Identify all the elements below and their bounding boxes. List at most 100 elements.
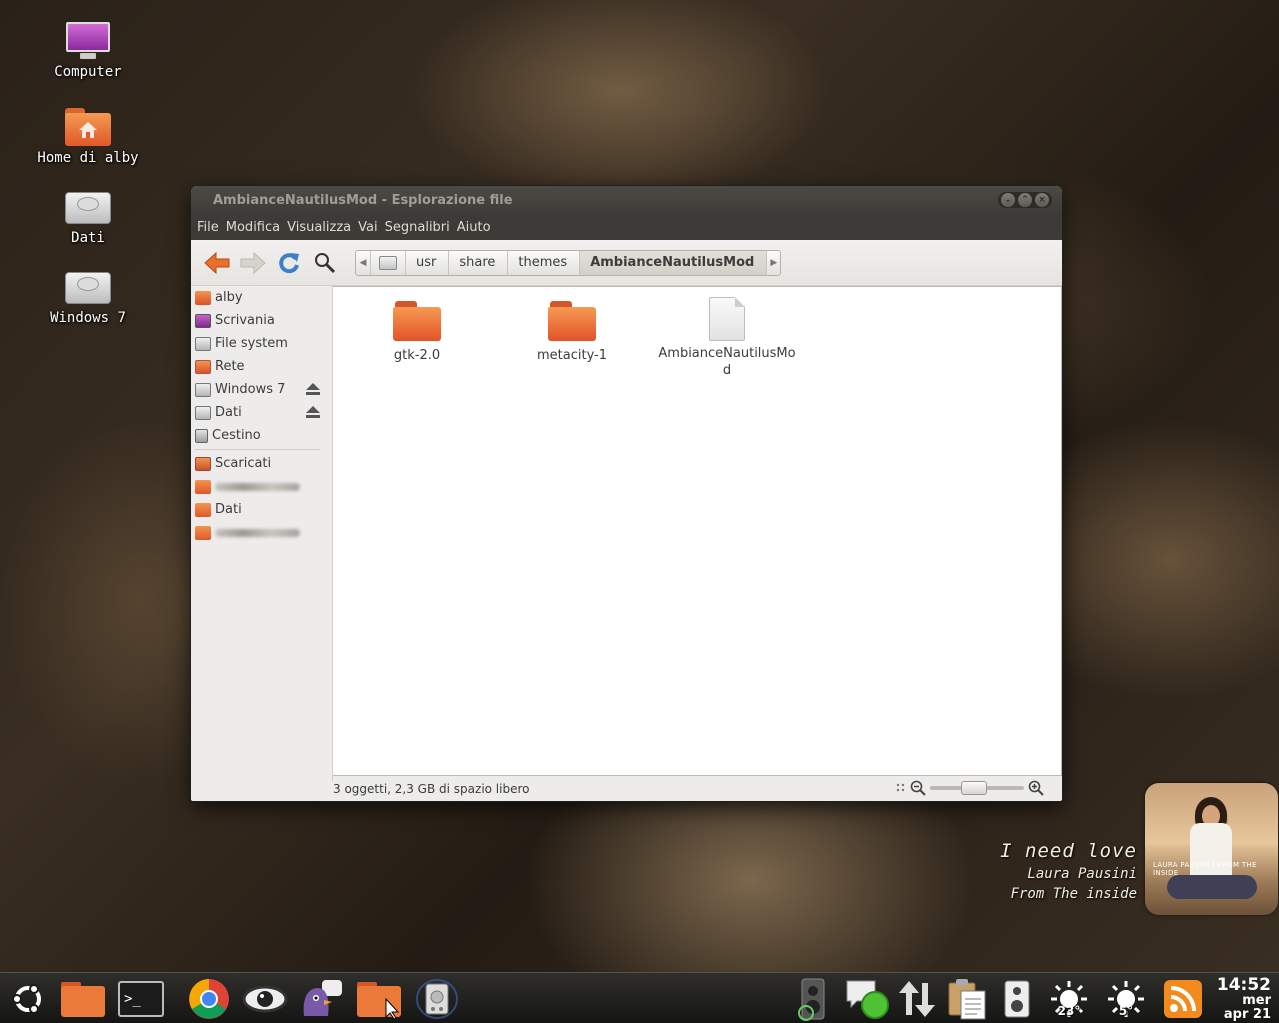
window-title: AmbianceNautilusMod - Esplorazione file	[213, 192, 513, 208]
disk-icon	[416, 979, 458, 1019]
menubar: File Modifica Visualizza Vai Segnalibri …	[191, 214, 1062, 240]
minimize-button[interactable]: ⌄	[1001, 193, 1015, 207]
file-name: AmbianceNautilusMod	[658, 346, 796, 378]
breadcrumb-root[interactable]	[370, 250, 405, 275]
drive-icon	[195, 382, 211, 397]
window-titlebar[interactable]: AmbianceNautilusMod - Esplorazione file …	[191, 186, 1062, 214]
sidebar-item-label: File system	[215, 336, 288, 351]
tray-weather-2[interactable]: 5°	[1103, 978, 1149, 1020]
clock-date: apr 21	[1223, 1007, 1271, 1022]
file-name: gtk-2.0	[393, 348, 441, 363]
tray-weather-1[interactable]: 23°	[1046, 978, 1092, 1020]
launcher-terminal[interactable]: >_	[118, 978, 164, 1020]
path-scroll-right-icon[interactable]: ▶	[766, 250, 780, 275]
harddisk-icon	[379, 255, 397, 270]
drive-icon	[195, 405, 211, 420]
sidebar-item-dati[interactable]: Dati	[191, 401, 332, 424]
sidebar-item-rete[interactable]: Rete	[191, 355, 332, 378]
menu-file[interactable]: File	[197, 220, 224, 235]
tray-volume[interactable]	[790, 978, 836, 1021]
now-playing-widget: I need love Laura Pausini From The insid…	[1000, 840, 1137, 902]
menu-aiuto[interactable]: Aiuto	[457, 220, 496, 235]
file-view[interactable]: gtk-2.0 metacity-1 AmbianceNautilusMod	[333, 286, 1062, 776]
tray-network[interactable]	[894, 978, 940, 1020]
folder-icon	[357, 982, 401, 1019]
breadcrumb-item-themes[interactable]: themes	[507, 250, 579, 275]
back-icon	[204, 251, 230, 274]
desktop-icon	[195, 313, 211, 328]
back-button[interactable]	[201, 247, 233, 279]
eject-icon[interactable]	[306, 383, 320, 396]
cover-caption: LAURA PAUSINI | FROM THE INSIDE	[1153, 861, 1257, 877]
sidebar-item-alby[interactable]: alby	[191, 286, 332, 309]
clipboard-icon	[948, 979, 986, 1020]
breadcrumb-item-current[interactable]: AmbianceNautilusMod	[579, 250, 767, 275]
menu-vai[interactable]: Vai	[358, 220, 382, 235]
zoom-out-icon[interactable]	[910, 780, 926, 796]
sidebar-item-bookmark-hidden[interactable]	[191, 475, 332, 498]
tray-rss[interactable]	[1160, 978, 1206, 1020]
menu-modifica[interactable]: Modifica	[226, 220, 285, 235]
ubuntu-logo-icon	[12, 984, 41, 1014]
sidebar-item-label: Cestino	[212, 428, 261, 443]
desktop-icon-windows7[interactable]: Windows 7	[33, 268, 143, 326]
menu-segnalibri[interactable]: Segnalibri	[385, 220, 455, 235]
menu-visualizza[interactable]: Visualizza	[287, 220, 356, 235]
sidebar-item-cestino[interactable]: Cestino	[191, 424, 332, 447]
trash-icon	[195, 428, 208, 443]
file-item-metacity-1[interactable]: metacity-1	[502, 301, 642, 364]
eject-icon[interactable]	[306, 406, 320, 419]
launcher-files-active[interactable]	[356, 978, 402, 1020]
sidebar-item-bookmark-dati[interactable]: Dati	[191, 498, 332, 521]
search-button[interactable]	[309, 247, 341, 279]
launcher-files[interactable]	[60, 978, 106, 1020]
desktop-icon-dati[interactable]: Dati	[33, 188, 143, 246]
file-item-ambiancenautilusmod[interactable]: AmbianceNautilusMod	[657, 297, 797, 379]
launcher-pidgin[interactable]	[298, 978, 344, 1020]
tray-chat-status[interactable]	[845, 978, 891, 1020]
sidebar-item-scaricati[interactable]: Scaricati	[191, 452, 332, 475]
sidebar-item-file-system[interactable]: File system	[191, 332, 332, 355]
zoom-control	[896, 780, 1044, 796]
maximize-button[interactable]: ⌃	[1018, 193, 1032, 207]
zoom-slider-handle[interactable]	[961, 781, 987, 795]
reload-button[interactable]	[273, 247, 305, 279]
path-scroll-left-icon[interactable]: ◀	[356, 251, 370, 275]
tray-speaker[interactable]	[994, 978, 1040, 1020]
album-cover[interactable]: LAURA PAUSINI | FROM THE INSIDE	[1145, 783, 1278, 915]
sidebar-item-scrivania[interactable]: Scrivania	[191, 309, 332, 332]
sidebar-item-bookmark-hidden[interactable]	[191, 521, 332, 544]
status-text: 3 oggetti, 2,3 GB di spazio libero	[333, 781, 530, 796]
sidebar-item-windows7[interactable]: Windows 7	[191, 378, 332, 401]
breadcrumb-item-usr[interactable]: usr	[405, 250, 448, 275]
zoom-in-icon[interactable]	[1028, 780, 1044, 796]
file-item-gtk-2.0[interactable]: gtk-2.0	[347, 301, 487, 364]
tray-clipboard[interactable]	[944, 978, 990, 1020]
clock[interactable]: 14:52 mer apr 21	[1217, 976, 1271, 1022]
clock-time: 14:52	[1216, 975, 1271, 995]
speaker-icon	[1004, 980, 1030, 1018]
launcher-chrome[interactable]	[186, 978, 232, 1020]
breadcrumb-item-share[interactable]: share	[448, 250, 507, 275]
zoom-slider[interactable]	[930, 781, 1024, 795]
song-artist: Laura Pausini	[1027, 866, 1137, 882]
chrome-icon	[189, 979, 229, 1019]
clock-day: mer	[1242, 993, 1271, 1008]
close-button[interactable]: ×	[1035, 193, 1049, 207]
svg-text:>_: >_	[124, 991, 141, 1007]
desktop-icon-home[interactable]: Home di alby	[33, 108, 143, 166]
launcher-disk[interactable]	[414, 978, 460, 1020]
ubuntu-menu-button[interactable]	[5, 978, 51, 1020]
song-title: I need love	[1000, 840, 1137, 862]
downloads-icon	[195, 456, 211, 471]
filesystem-icon	[195, 336, 211, 351]
file-manager-window: AmbianceNautilusMod - Esplorazione file …	[191, 186, 1062, 801]
folder-icon	[195, 479, 211, 494]
network-transfer-icon	[899, 981, 935, 1017]
launcher-image-viewer[interactable]	[242, 978, 288, 1020]
forward-button[interactable]	[237, 247, 269, 279]
forward-icon	[240, 251, 266, 274]
desktop-icon-label: Dati	[71, 230, 105, 246]
desktop-icon-computer[interactable]: Computer	[33, 22, 143, 80]
breadcrumb: ◀ usr share themes AmbianceNautilusMod ▶	[355, 249, 782, 276]
